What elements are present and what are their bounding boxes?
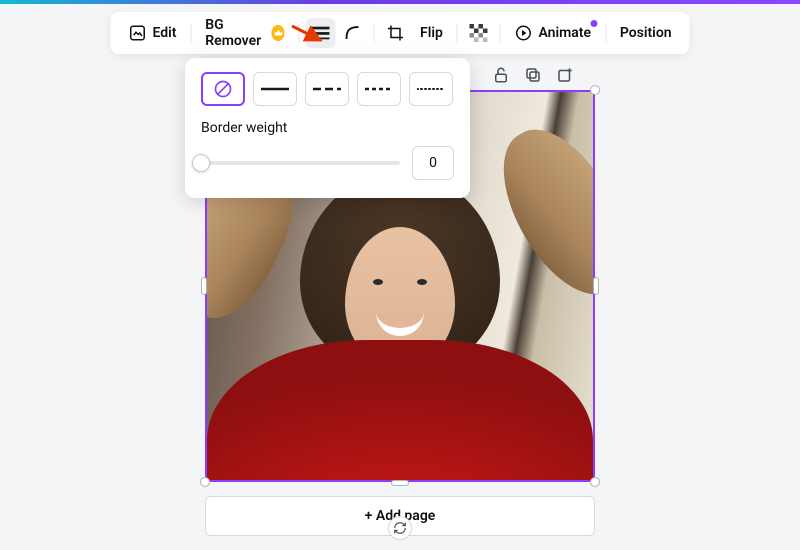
animate-icon <box>514 24 532 42</box>
crown-icon <box>272 25 284 41</box>
add-page-icon-button[interactable] <box>554 64 576 86</box>
border-weight-label: Border weight <box>201 120 454 136</box>
separator <box>500 23 501 43</box>
edit-button[interactable]: Edit <box>120 18 184 48</box>
resize-handle-bl[interactable] <box>200 477 210 487</box>
separator <box>190 23 191 43</box>
flip-label: Flip <box>420 25 443 41</box>
separator <box>605 23 606 43</box>
crop-icon <box>386 24 404 42</box>
border-style-button[interactable] <box>305 18 335 48</box>
corner-rounding-icon <box>343 24 361 42</box>
border-style-options <box>201 72 454 106</box>
animate-label: Animate <box>538 25 591 41</box>
transparency-button[interactable] <box>464 18 494 48</box>
flip-button[interactable]: Flip <box>412 19 451 47</box>
resize-handle-bottom[interactable] <box>391 480 409 486</box>
lock-button[interactable] <box>490 64 512 86</box>
border-style-long-dash[interactable] <box>305 72 349 106</box>
resize-handle-right[interactable] <box>593 277 599 295</box>
transparency-icon <box>470 24 488 42</box>
border-style-dots[interactable] <box>409 72 453 106</box>
resize-handle-tr[interactable] <box>590 85 600 95</box>
position-button[interactable]: Position <box>612 19 680 47</box>
sync-button[interactable] <box>388 516 412 540</box>
separator <box>298 23 299 43</box>
bg-remover-button[interactable]: BG Remover <box>197 11 292 55</box>
resize-handle-left[interactable] <box>201 277 207 295</box>
separator <box>457 23 458 43</box>
border-weight-control: 0 <box>201 146 454 180</box>
edit-label: Edit <box>152 25 176 41</box>
animate-button[interactable]: Animate <box>506 18 599 48</box>
page-mini-toolbar <box>490 64 576 86</box>
corner-rounding-button[interactable] <box>337 18 367 48</box>
edit-image-icon <box>128 24 146 42</box>
sync-icon <box>393 521 407 535</box>
border-weight-slider[interactable] <box>201 161 400 165</box>
border-style-solid[interactable] <box>253 72 297 106</box>
crop-button[interactable] <box>380 18 410 48</box>
resize-handle-br[interactable] <box>590 477 600 487</box>
border-weight-input[interactable]: 0 <box>412 146 454 180</box>
context-toolbar: Edit BG Remover Flip <box>110 12 689 54</box>
border-weight-value: 0 <box>429 155 437 171</box>
border-style-short-dash[interactable] <box>357 72 401 106</box>
position-label: Position <box>620 25 672 41</box>
separator <box>373 23 374 43</box>
notification-dot-icon <box>590 20 597 27</box>
duplicate-button[interactable] <box>522 64 544 86</box>
bg-remover-label: BG Remover <box>205 17 266 49</box>
border-style-popover: Border weight 0 <box>185 58 470 198</box>
top-gradient-bar <box>0 0 800 4</box>
slider-thumb[interactable] <box>192 154 210 172</box>
border-style-none[interactable] <box>201 72 245 106</box>
border-style-icon <box>311 24 329 42</box>
